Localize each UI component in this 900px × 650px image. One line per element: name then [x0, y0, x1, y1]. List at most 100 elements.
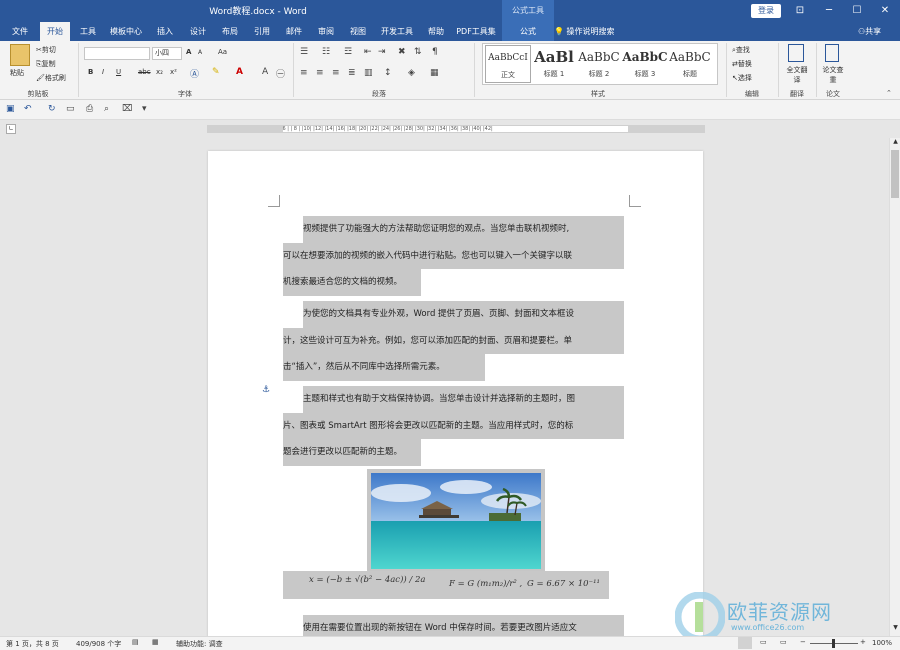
quadratic-equation[interactable]: x = (−b ± √(b² − 4ac)) / 2a — [309, 575, 425, 585]
word-count[interactable]: 409/908 个字 — [76, 639, 121, 649]
style-heading-3[interactable]: AaBbC 标题 3 — [622, 45, 668, 83]
customize-qat-icon[interactable]: ▾ — [142, 104, 147, 114]
align-left-icon[interactable]: ≡ — [300, 68, 308, 78]
page-count[interactable]: 第 1 页，共 8 页 — [6, 639, 59, 649]
read-mode-icon[interactable] — [738, 637, 752, 649]
scroll-up-icon[interactable]: ▲ — [891, 138, 900, 148]
tab-layout[interactable]: 布局 — [216, 22, 244, 41]
align-right-icon[interactable]: ≡ — [332, 68, 340, 78]
copy-button[interactable]: ⎘复制 — [36, 59, 56, 69]
camera-icon[interactable]: ⌧ — [122, 104, 132, 114]
chinese-layout-icon[interactable]: ✖ — [398, 47, 406, 57]
tab-file[interactable]: 文件 — [6, 22, 34, 41]
underline-button[interactable]: U — [116, 68, 121, 76]
borders-icon[interactable]: ▦ — [430, 68, 439, 78]
tab-references[interactable]: 引用 — [248, 22, 276, 41]
enclose-char-icon[interactable]: ㊀ — [276, 67, 285, 80]
paragraph-1[interactable]: 视频提供了功能强大的方法帮助您证明您的观点。当您单击联机视频时, 可以在想要添加… — [283, 216, 624, 296]
login-button[interactable]: 登录 — [751, 4, 781, 18]
undo-icon[interactable]: ↶ — [24, 104, 32, 114]
distribute-icon[interactable]: ▥ — [364, 68, 373, 78]
collapse-ribbon-icon[interactable]: ⌃ — [886, 89, 892, 97]
line-spacing-icon[interactable]: ↕ — [384, 68, 392, 78]
grow-font-button[interactable]: A — [186, 48, 191, 56]
zoom-level[interactable]: 100% — [872, 639, 892, 647]
tab-home[interactable]: 开始 — [40, 22, 70, 41]
tab-review[interactable]: 审阅 — [312, 22, 340, 41]
zoom-in-icon[interactable]: + — [860, 638, 866, 646]
text-effects-icon[interactable]: Ⓐ — [190, 67, 199, 80]
ribbon-display-button[interactable]: ⊡ — [786, 0, 814, 22]
vertical-scrollbar[interactable]: ▲ ▼ — [889, 138, 900, 636]
style-heading-2[interactable]: AaBbC 标题 2 — [576, 45, 622, 83]
accessibility-status[interactable]: 辅助功能: 调查 — [176, 639, 223, 649]
share-button[interactable]: ⚇共享 — [858, 22, 881, 41]
paragraph-4[interactable]: 使用在需要位置出现的新按钮在 Word 中保存时间。若要更改图片适应文 — [283, 615, 624, 636]
gravity-constant-equation[interactable]: G = 6.67 × 10⁻¹¹ — [527, 579, 600, 589]
translate-icon[interactable] — [788, 44, 804, 62]
select-button[interactable]: ↖选择 — [732, 73, 752, 83]
multilevel-list-icon[interactable]: ☲ — [344, 47, 352, 57]
layout-icon[interactable]: ▭ — [66, 104, 75, 114]
print-icon[interactable]: ⎙ — [86, 104, 93, 114]
print-layout-icon[interactable]: ▭ — [760, 638, 767, 646]
web-layout-icon[interactable]: ▭ — [780, 638, 787, 646]
tab-tools[interactable]: 工具 — [74, 22, 102, 41]
equation-block[interactable]: x = (−b ± √(b² − 4ac)) / 2a F = G (m₁m₂)… — [283, 571, 609, 599]
style-normal[interactable]: AaBbCcI 正文 — [485, 45, 531, 83]
justify-icon[interactable]: ≣ — [348, 68, 356, 78]
replace-button[interactable]: ⇄替换 — [732, 59, 752, 69]
tab-help[interactable]: 帮助 — [422, 22, 450, 41]
beach-image[interactable] — [367, 469, 545, 573]
paper-check-button[interactable]: 论文查重 — [822, 65, 844, 85]
shrink-font-button[interactable]: A — [198, 49, 202, 56]
anchor-icon[interactable]: ⚓ — [262, 385, 270, 395]
save-icon[interactable]: ▣ — [6, 104, 15, 114]
tab-template-center[interactable]: 模板中心 — [106, 22, 146, 41]
redo-icon[interactable]: ↻ — [48, 104, 56, 114]
align-center-icon[interactable]: ≡ — [316, 68, 324, 78]
preview-icon[interactable]: ⌕ — [104, 104, 109, 114]
tab-insert[interactable]: 插入 — [151, 22, 179, 41]
bold-button[interactable]: B — [88, 68, 93, 76]
tab-view[interactable]: 视图 — [344, 22, 372, 41]
font-size-select[interactable]: 小四 — [152, 47, 182, 60]
zoom-out-icon[interactable]: − — [800, 638, 806, 646]
paste-icon[interactable] — [10, 44, 30, 66]
style-title[interactable]: AaBbC 标题 — [667, 45, 713, 83]
numbering-icon[interactable]: ☷ — [322, 47, 330, 57]
style-heading-1[interactable]: AaBl 标题 1 — [531, 45, 577, 83]
sort-icon[interactable]: ⇅ — [414, 47, 422, 57]
tab-formula[interactable]: 公式 — [502, 22, 554, 41]
decrease-indent-icon[interactable]: ⇤ — [364, 47, 372, 57]
full-translate-button[interactable]: 全文翻译 — [786, 65, 808, 85]
paragraph-2[interactable]: 为使您的文档具有专业外观，Word 提供了页眉、页脚、封面和文本框设 计，这些设… — [283, 301, 624, 381]
proofing-icon[interactable]: ▤ — [132, 638, 139, 646]
tab-pdf-tools[interactable]: PDF工具集 — [454, 22, 498, 41]
zoom-slider-thumb[interactable] — [832, 639, 835, 648]
paragraph-3[interactable]: 主题和样式也有助于文档保持协调。当您单击设计并选择新的主题时，图 片、图表或 S… — [283, 386, 624, 466]
minimize-button[interactable]: ─ — [815, 0, 843, 22]
paper-check-icon[interactable] — [825, 44, 839, 62]
tab-mailings[interactable]: 邮件 — [280, 22, 308, 41]
tab-developer[interactable]: 开发工具 — [377, 22, 417, 41]
restore-button[interactable]: ☐ — [843, 0, 871, 22]
cut-button[interactable]: ✂剪切 — [36, 45, 56, 55]
scroll-thumb[interactable] — [891, 150, 899, 198]
highlight-icon[interactable]: ✎ — [212, 67, 220, 77]
bullets-icon[interactable]: ☰ — [300, 47, 308, 57]
subscript-button[interactable]: x₂ — [156, 68, 163, 76]
close-button[interactable]: ✕ — [871, 0, 899, 22]
macro-icon[interactable]: ▦ — [152, 638, 159, 646]
shading-icon[interactable]: ◈ — [408, 68, 415, 78]
tell-me-search[interactable]: 💡 操作说明搜索 — [554, 22, 615, 41]
superscript-button[interactable]: x² — [170, 68, 177, 76]
font-family-select[interactable] — [84, 47, 150, 60]
font-color-icon[interactable]: A — [236, 67, 243, 77]
find-button[interactable]: ⌕查找 — [732, 45, 750, 55]
show-marks-icon[interactable]: ¶ — [432, 47, 438, 57]
gravity-equation[interactable]: F = G (m₁m₂)/r² , — [449, 579, 522, 589]
change-case-button[interactable]: Aa — [218, 48, 227, 56]
strikethrough-button[interactable]: abc — [138, 68, 151, 76]
char-shading-icon[interactable]: A — [262, 67, 268, 77]
